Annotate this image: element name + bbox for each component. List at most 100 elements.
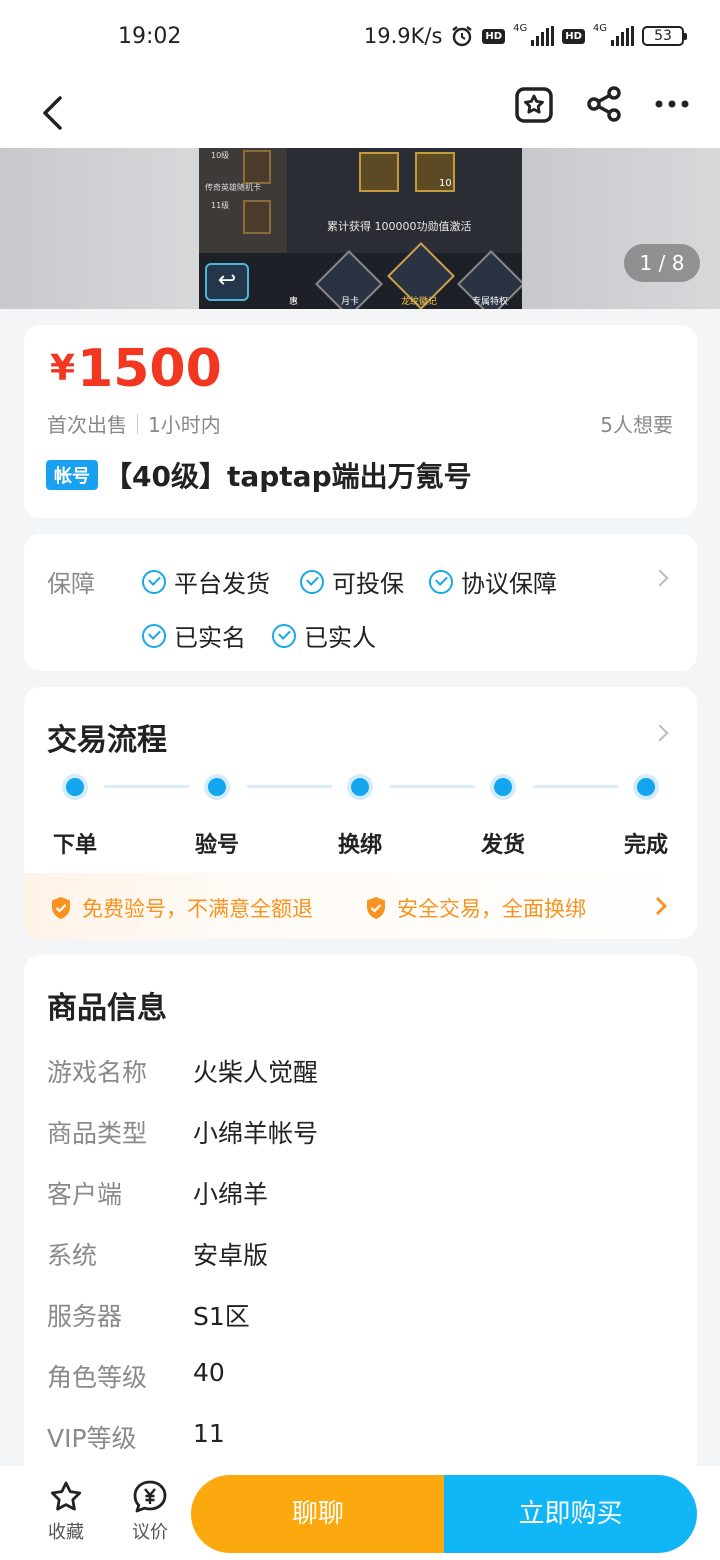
alarm-icon — [452, 26, 473, 47]
check-circle-icon — [429, 569, 453, 594]
sale-type: 首次出售 — [47, 413, 127, 437]
flow-step-dot — [204, 774, 230, 800]
bargain-label: 议价 — [132, 1522, 168, 1543]
flow-step-rebind: 换绑 — [337, 833, 382, 858]
favorite-label: 收藏 — [48, 1522, 84, 1543]
price: ¥1500 — [50, 339, 222, 399]
flow-step-dot — [633, 774, 659, 800]
chevron-right-icon — [655, 896, 668, 916]
guarantee-card[interactable]: 保障 平台发货 可投保 协议保障 已实名 已实人 — [24, 534, 697, 671]
info-title: 商品信息 — [47, 991, 167, 1026]
share-icon — [587, 86, 621, 122]
image-label-4: 专属特权 — [472, 297, 509, 307]
listing-meta: 首次出售 1小时内 — [47, 409, 221, 438]
star-icon — [50, 1481, 82, 1511]
flow-connector — [104, 785, 189, 788]
carousel-counter: 1 / 8 — [624, 244, 700, 282]
hd-icon: HD — [482, 28, 506, 44]
flow-step-deliver: 发货 — [480, 833, 525, 858]
yuan-chat-icon — [133, 1480, 167, 1513]
guarantee-label: 保障 — [47, 570, 95, 598]
notice-item: 免费验号，不满意全额退 — [50, 893, 313, 923]
chevron-right-icon[interactable] — [651, 724, 669, 742]
info-row: 商品类型 小绵羊帐号 — [47, 1119, 319, 1148]
flow-step-complete: 完成 — [623, 833, 668, 858]
back-button[interactable] — [30, 88, 74, 138]
flow-step-order: 下单 — [52, 833, 97, 858]
status-bar: 19:02 19.9K/s HD 4G HD 4G 53 — [0, 0, 720, 78]
carousel-blur-right — [522, 148, 720, 309]
guarantee-item: 平台发货 — [142, 564, 270, 599]
image-return-icon: ↩ — [205, 263, 249, 301]
favorite-tab-button[interactable]: 收藏 — [36, 1480, 96, 1544]
price-card: ¥1500 首次出售 1小时内 5人想要 帐号 【40级】taptap端出万氪号 — [24, 325, 697, 518]
image-count: 10 — [439, 178, 452, 189]
chat-button[interactable]: 聊聊 — [191, 1475, 445, 1553]
safety-notice[interactable]: 免费验号，不满意全额退 安全交易，全面换绑 — [24, 873, 697, 939]
notice-item: 安全交易，全面换绑 — [365, 893, 586, 923]
image-level-10: 10级 — [211, 151, 230, 160]
title-row: 帐号 【40级】taptap端出万氪号 — [46, 455, 472, 495]
network-speed: 19.9K/s — [363, 24, 443, 48]
want-count: 5人想要 — [600, 413, 673, 437]
favorite-button[interactable] — [510, 80, 558, 128]
flow-connector — [533, 785, 618, 788]
info-row: 客户端 小绵羊 — [47, 1180, 269, 1209]
buy-now-button[interactable]: 立即购买 — [444, 1475, 697, 1553]
info-row: 服务器 S1区 — [47, 1302, 250, 1331]
currency-symbol: ¥ — [50, 348, 76, 389]
guarantee-item: 可投保 — [300, 564, 404, 599]
guarantee-item: 已实人 — [272, 618, 376, 653]
chevron-right-icon — [651, 569, 669, 587]
info-row: VIP等级 11 — [47, 1419, 225, 1453]
status-time: 19:02 — [118, 24, 182, 49]
image-label-2: 月卡 — [341, 297, 360, 307]
check-circle-icon — [142, 569, 166, 594]
check-circle-icon — [300, 569, 324, 594]
flow-title: 交易流程 — [47, 723, 167, 758]
image-card-2 — [243, 200, 271, 234]
flow-step-dot — [62, 774, 88, 800]
info-row: 游戏名称 火柴人觉醒 — [47, 1058, 319, 1087]
image-level-11: 11级 — [211, 201, 230, 210]
flow-step-dot — [490, 774, 516, 800]
share-button[interactable] — [580, 80, 628, 128]
network-type: 4G — [513, 22, 528, 34]
product-info-card: 商品信息 游戏名称 火柴人觉醒 商品类型 小绵羊帐号 客户端 小绵羊 系统 安卓版 服务… — [24, 955, 697, 1555]
hd-icon-2: HD — [562, 28, 585, 44]
listing-time: 1小时内 — [148, 413, 221, 437]
image-card-label: 传奇英雄随机卡 — [205, 183, 261, 192]
flow-connector — [390, 785, 475, 788]
guarantee-item: 已实名 — [142, 618, 246, 653]
flow-connector — [247, 785, 332, 788]
carousel-image: 10级 传奇英雄随机卡 11级 10 累计获得 100000功勋值激活 ↩ 惠 … — [199, 148, 522, 309]
image-reward-1 — [359, 152, 399, 192]
flow-step-dot — [347, 774, 373, 800]
signal-icon — [531, 26, 555, 46]
star-box-icon — [515, 87, 553, 123]
image-carousel[interactable]: 10级 传奇英雄随机卡 11级 10 累计获得 100000功勋值激活 ↩ 惠 … — [0, 148, 720, 309]
more-button[interactable] — [648, 80, 696, 128]
bottom-action-bar: 收藏 议价 聊聊 立即购买 — [0, 1466, 720, 1560]
check-circle-icon — [142, 623, 166, 648]
carousel-blur-left — [0, 148, 199, 309]
signal-icon-2 — [611, 26, 634, 46]
nav-bar — [0, 78, 720, 148]
shield-check-icon — [52, 897, 70, 919]
listing-title: 【40级】taptap端出万氪号 — [104, 460, 472, 493]
flow-step-verify: 验号 — [194, 833, 239, 858]
info-row: 角色等级 40 — [47, 1358, 225, 1392]
meta-divider — [137, 413, 138, 434]
status-icons: 19.9K/s HD 4G HD 4G 53 — [363, 22, 687, 48]
more-icon — [655, 100, 689, 108]
shield-check-icon — [367, 897, 385, 919]
image-card — [243, 150, 271, 184]
chevron-left-icon — [43, 96, 62, 130]
bargain-button[interactable]: 议价 — [120, 1480, 180, 1544]
battery-icon: 53 — [642, 26, 687, 46]
trade-flow-card: 交易流程 下单 验号 换绑 发货 完成 免费验号，不满意全额退 安全交易，全面换… — [24, 687, 697, 939]
price-value: 1500 — [77, 339, 222, 399]
image-label-1: 惠 — [289, 297, 299, 307]
network-type-2: 4G — [592, 22, 607, 34]
category-tag: 帐号 — [46, 460, 98, 490]
